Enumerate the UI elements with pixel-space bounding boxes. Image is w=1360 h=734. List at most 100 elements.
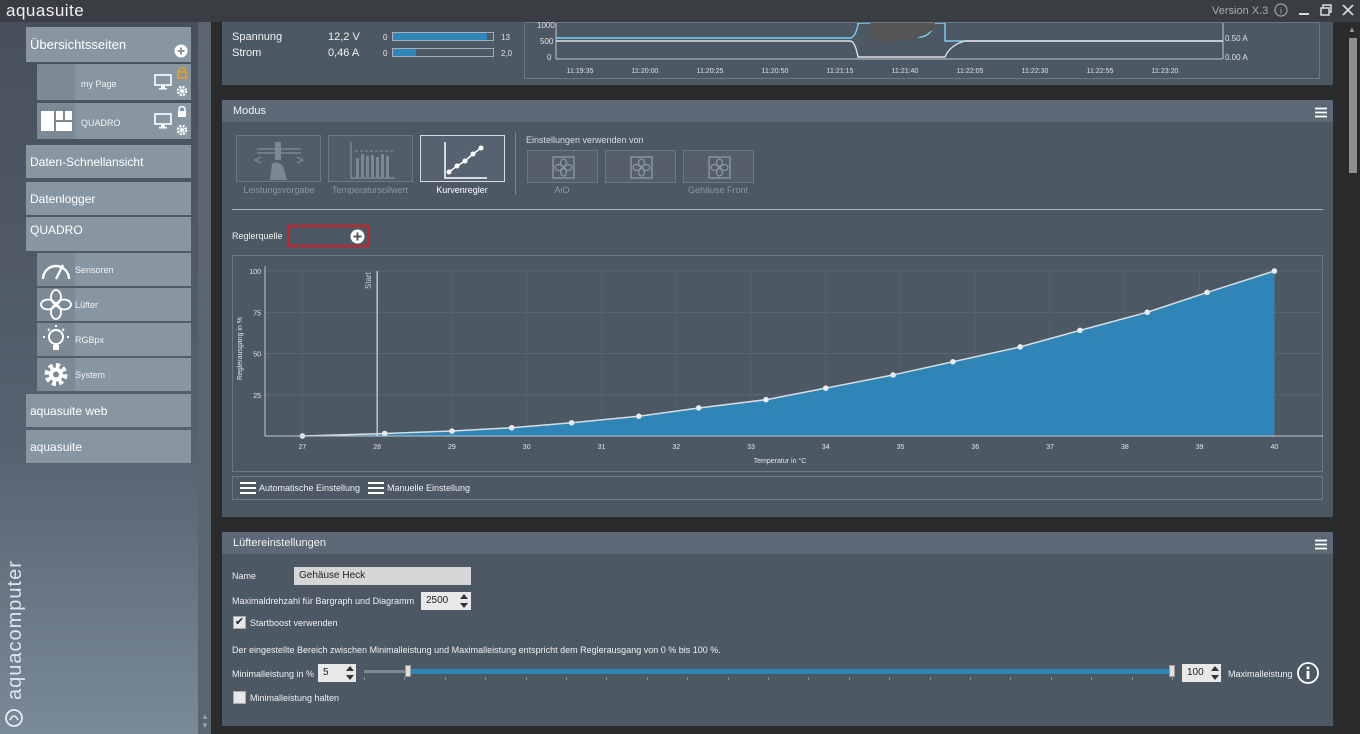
current-max: 2,0 (501, 49, 513, 58)
controller-source-label: Reglerquelle (232, 231, 283, 241)
timeline-chart: 11:19:35 11:20:00 11:20:25 11:20:50 11:21:15… (524, 22, 1320, 79)
timeline-y2-tick: 0.00 A (1225, 53, 1248, 62)
close-icon[interactable] (1340, 3, 1356, 19)
power-mode-icon (253, 142, 305, 180)
range-min-handle[interactable] (404, 665, 411, 677)
main-scrollbar-thumb[interactable] (1349, 38, 1357, 173)
curve-point (890, 372, 896, 378)
x-tick-label: 29 (448, 444, 456, 451)
range-tick (848, 677, 850, 680)
startboost-checkbox[interactable]: ✔ (233, 616, 246, 629)
brand-emblem-icon (4, 708, 24, 733)
range-tick (364, 677, 365, 680)
nav-aquasuite[interactable]: aquasuite (26, 430, 191, 463)
mode-panel-header: Modus (222, 100, 1333, 122)
y-tick-label: 100 (249, 269, 261, 276)
x-tick-label: 37 (1046, 444, 1054, 451)
x-tick-label: 34 (822, 444, 830, 451)
range-slider-fill (407, 669, 1172, 674)
curve-point (950, 358, 956, 365)
mode-power-button[interactable] (236, 135, 321, 182)
page-label-mypage: my Page (81, 79, 117, 89)
range-tick (929, 677, 931, 680)
scroll-arrows-icon[interactable]: ▲ ▼ (201, 712, 209, 730)
info-icon[interactable]: i (1273, 3, 1289, 19)
panel-menu-icon[interactable] (1315, 105, 1327, 123)
start-marker-label: Start (364, 271, 373, 289)
source-fan2-button[interactable] (605, 150, 676, 183)
curve-point (822, 385, 829, 391)
mode-temperature-button[interactable] (328, 135, 413, 182)
range-tick (727, 677, 729, 680)
device-item-label: Lüfter (75, 300, 99, 310)
range-tick (1131, 677, 1133, 680)
curve-chart: Start 27 28 29 30 31 32 33 34 35 36 37 38 39 40 25 50 75 1… (232, 255, 1323, 472)
spinner-arrows-icon[interactable] (459, 593, 469, 614)
startboost-label: Startboost verwenden (250, 618, 338, 628)
nav-web-label: aquasuite web (30, 404, 108, 418)
range-max-handle[interactable] (1169, 665, 1175, 677)
current-value: 0,46 A (328, 47, 360, 59)
title-bar: aquasuite Version X.3 i (0, 0, 1360, 22)
spinner-arrows-icon[interactable] (345, 665, 355, 686)
minimize-icon[interactable] (1296, 3, 1312, 19)
source-front-button[interactable] (683, 150, 754, 183)
curve-point (1204, 289, 1210, 296)
nav-datalogger-label: Datenlogger (30, 192, 96, 206)
restore-icon[interactable] (1318, 3, 1334, 19)
source-aio-button[interactable] (527, 150, 598, 183)
timeline-x-tick: 11:22:55 (1087, 68, 1114, 75)
timeline-x-tick: 11:23:20 (1152, 68, 1179, 75)
mode-curve-button[interactable] (420, 135, 505, 182)
nav-aquasuite-web[interactable]: aquasuite web (26, 394, 191, 427)
curve-point (1271, 268, 1278, 274)
scroll-up-icon[interactable]: ▲ (1348, 25, 1356, 34)
mode-temperature-label: Temperatursollwert (331, 185, 409, 195)
nav-device-label: QUADRO (30, 223, 83, 237)
range-tick (606, 677, 608, 680)
nav-overview-pages[interactable]: Übersichtsseiten (26, 27, 191, 62)
range-tick (889, 677, 891, 680)
range-tick (525, 677, 527, 680)
nav-datalogger[interactable]: Datenlogger (26, 182, 191, 215)
mode-panel-title: Modus (233, 105, 267, 117)
settings-gear-icon[interactable] (175, 123, 189, 142)
nav-device-quadro[interactable]: QUADRO (26, 217, 191, 251)
auto-setting-button[interactable]: Automatische Einstellung (259, 483, 360, 493)
device-item-label: RGBpx (75, 335, 105, 345)
add-source-icon[interactable] (350, 229, 365, 249)
timeline-x-tick: 11:20:00 (632, 68, 659, 75)
page-thumbnail (37, 64, 75, 100)
gear-icon (37, 358, 75, 391)
lock-open-icon[interactable] (176, 66, 188, 84)
nav-suite-label: aquasuite (30, 440, 83, 454)
voltage-value: 12,2 V (328, 31, 360, 43)
min-power-label: Minimalleistung in % (232, 669, 315, 679)
curve-point (508, 424, 515, 431)
monitor-icon[interactable] (154, 74, 172, 95)
name-label: Name (232, 571, 257, 581)
panel-menu-icon[interactable] (1315, 537, 1327, 555)
lock-icon[interactable] (176, 105, 188, 123)
monitor-icon[interactable] (154, 113, 172, 134)
auto-setting-menu-icon[interactable] (240, 481, 256, 500)
fan-name-input[interactable]: Gehäuse Heck (294, 567, 471, 585)
timeline-y-tick: 500 (540, 37, 554, 46)
info-icon[interactable] (1297, 662, 1319, 689)
curve-point (568, 420, 575, 426)
manual-setting-menu-icon[interactable] (368, 481, 384, 500)
range-slider-ticks (364, 677, 1173, 681)
x-tick-label: 30 (523, 444, 531, 451)
nav-quick-view-label: Daten-Schnellansicht (30, 155, 144, 169)
range-tick (404, 677, 406, 680)
hold-min-checkbox[interactable] (233, 691, 246, 704)
sidebar-scrollbar[interactable]: ▲ ▼ (198, 22, 211, 734)
fan-panel-header: Lüftereinstellungen (222, 532, 1333, 554)
spinner-arrows-icon[interactable] (1210, 665, 1220, 686)
x-tick-label: 38 (1121, 444, 1129, 451)
settings-gear-icon[interactable] (175, 84, 189, 103)
add-page-icon[interactable] (174, 44, 188, 63)
range-tick (808, 677, 810, 680)
nav-quick-view[interactable]: Daten-Schnellansicht (26, 145, 191, 178)
manual-setting-button[interactable]: Manuelle Einstellung (387, 483, 470, 493)
